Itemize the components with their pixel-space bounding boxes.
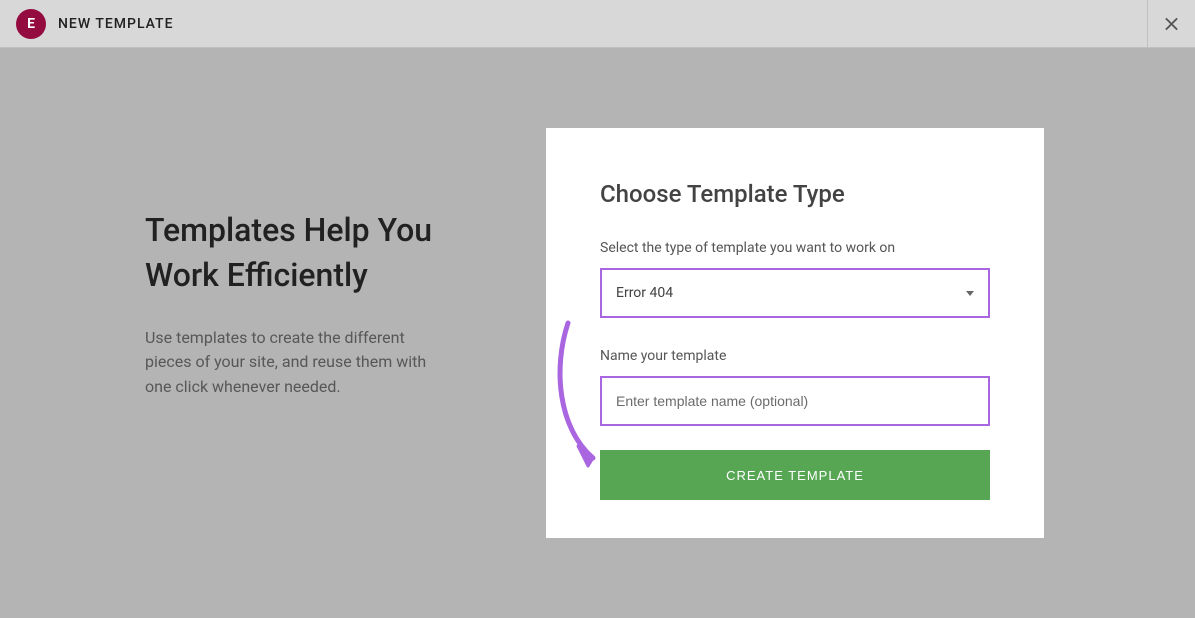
template-name-input[interactable]: [616, 393, 974, 409]
template-type-select[interactable]: Error 404: [600, 268, 990, 318]
template-name-field-wrap: [600, 376, 990, 426]
form-heading: Choose Template Type: [600, 180, 990, 208]
modal-title: NEW TEMPLATE: [58, 16, 174, 32]
template-form-card: Choose Template Type Select the type of …: [546, 128, 1044, 538]
intro-section: Templates Help You Work Efficiently Use …: [0, 48, 598, 618]
modal-header: E NEW TEMPLATE: [0, 0, 1195, 48]
elementor-logo-icon: E: [16, 9, 46, 39]
intro-heading: Templates Help You Work Efficiently: [145, 208, 465, 298]
chevron-down-icon: [966, 291, 974, 296]
intro-text: Use templates to create the different pi…: [145, 326, 445, 400]
close-button[interactable]: [1147, 0, 1179, 48]
type-label: Select the type of template you want to …: [600, 240, 990, 256]
template-type-value: Error 404: [616, 285, 966, 301]
name-label: Name your template: [600, 348, 990, 364]
close-icon: [1164, 16, 1179, 32]
create-template-button[interactable]: CREATE TEMPLATE: [600, 450, 990, 500]
